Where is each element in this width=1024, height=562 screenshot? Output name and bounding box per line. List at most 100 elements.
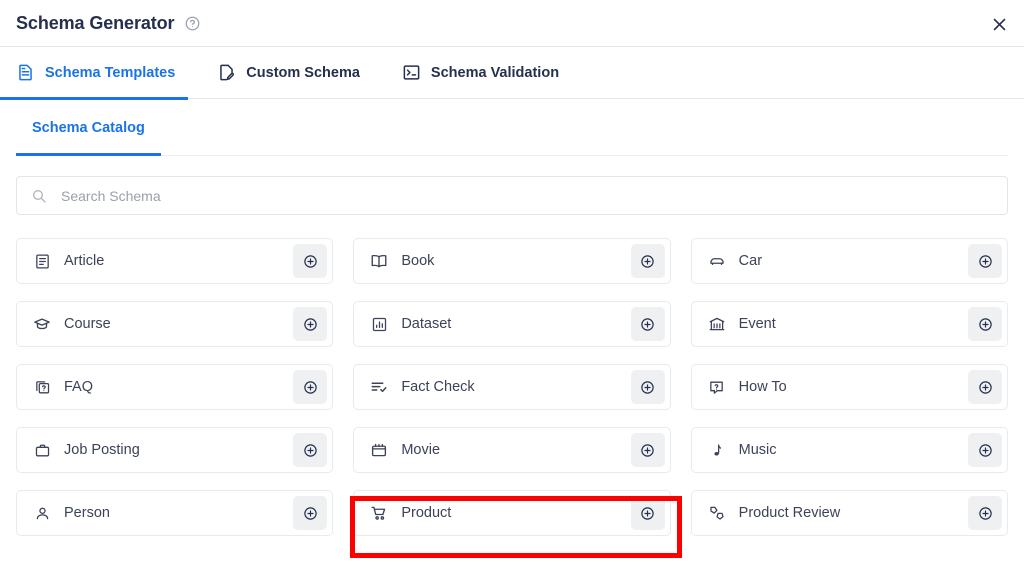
schema-card-book[interactable]: Book	[353, 238, 671, 284]
plus-circle-icon	[978, 443, 993, 458]
article-icon	[33, 252, 51, 270]
add-schema-button[interactable]	[293, 433, 328, 467]
main-tab-bar: Schema Templates Custom Schema Schema Va…	[0, 47, 1024, 100]
sub-tab-bar: Schema Catalog	[16, 99, 1008, 156]
add-schema-button[interactable]	[630, 307, 665, 341]
plus-circle-icon	[978, 317, 993, 332]
schema-card-fact-check[interactable]: Fact Check	[353, 364, 671, 410]
search-section	[16, 156, 1008, 215]
ticket-booth-icon	[708, 315, 726, 333]
clapperboard-icon	[370, 441, 388, 459]
add-schema-button[interactable]	[630, 496, 665, 530]
schema-card-music[interactable]: Music	[690, 427, 1008, 473]
close-icon	[991, 16, 1008, 33]
close-button[interactable]	[983, 8, 1015, 40]
search-icon	[31, 188, 47, 204]
list-check-icon	[370, 378, 388, 396]
schema-card-label: Person	[64, 505, 110, 521]
plus-circle-icon	[978, 506, 993, 521]
plus-circle-icon	[978, 254, 993, 269]
book-icon	[370, 252, 388, 270]
plus-circle-icon	[303, 254, 318, 269]
add-schema-button[interactable]	[968, 496, 1002, 530]
person-icon	[33, 504, 51, 522]
schema-card-label: How To	[738, 379, 787, 395]
schema-card-product[interactable]: Product	[353, 490, 671, 536]
schema-card-dataset[interactable]: Dataset	[353, 301, 671, 347]
schema-card-label: Movie	[401, 442, 441, 458]
add-schema-button[interactable]	[293, 244, 328, 278]
plus-circle-icon	[303, 506, 318, 521]
tab-schema-validation[interactable]: Schema Validation	[402, 47, 559, 99]
plus-circle-icon	[303, 317, 318, 332]
schema-card-product-review[interactable]: Product Review	[690, 490, 1008, 536]
schema-card-article[interactable]: Article	[16, 238, 334, 284]
schema-card-course[interactable]: Course	[16, 301, 334, 347]
modal-titlebar: Schema Generator	[0, 0, 1024, 47]
search-input[interactable]	[59, 186, 993, 205]
schema-card-how-to[interactable]: How To	[690, 364, 1008, 410]
terminal-icon	[402, 63, 421, 82]
schema-card-label: Product Review	[738, 505, 841, 521]
schema-card-label: Article	[64, 253, 105, 269]
briefcase-icon	[33, 441, 51, 459]
modal-body: Schema Catalog Search Schema Article Boo…	[0, 99, 1024, 536]
add-schema-button[interactable]	[968, 307, 1002, 341]
schema-card-person[interactable]: Person	[16, 490, 334, 536]
schema-card-label: Book	[401, 253, 435, 269]
subtab-label: Schema Catalog	[32, 119, 145, 136]
tab-schema-templates[interactable]: Schema Templates	[0, 47, 189, 100]
add-schema-button[interactable]	[968, 244, 1002, 278]
plus-circle-icon	[303, 443, 318, 458]
schema-card-faq[interactable]: FAQ	[16, 364, 334, 410]
schema-card-label: Dataset	[401, 316, 452, 332]
schema-generator-modal: Schema Generator Schema Templates Custom…	[0, 0, 1024, 562]
tab-label: Custom Schema	[246, 64, 360, 81]
document-lines-icon	[16, 63, 35, 82]
add-schema-button[interactable]	[630, 370, 665, 404]
add-schema-button[interactable]	[968, 433, 1002, 467]
tab-label: Schema Validation	[430, 64, 560, 81]
shopping-cart-icon	[370, 504, 388, 522]
schema-card-label: Fact Check	[401, 379, 475, 395]
plus-circle-icon	[640, 443, 655, 458]
add-schema-button[interactable]	[293, 307, 328, 341]
review-tags-icon	[708, 504, 726, 522]
graduation-cap-icon	[33, 315, 51, 333]
schema-card-label: Course	[64, 316, 111, 332]
help-circle-icon[interactable]	[185, 16, 200, 31]
schema-card-label: Product	[401, 505, 452, 521]
faq-icon	[33, 378, 51, 396]
chart-box-icon	[370, 315, 388, 333]
plus-circle-icon	[640, 380, 655, 395]
plus-circle-icon	[640, 254, 655, 269]
add-schema-button[interactable]	[293, 496, 328, 530]
plus-circle-icon	[640, 506, 655, 521]
add-schema-button[interactable]	[630, 244, 665, 278]
question-box-icon	[708, 378, 726, 396]
search-bar[interactable]	[16, 176, 1008, 215]
tab-label: Schema Templates	[45, 64, 176, 81]
add-schema-button[interactable]	[630, 433, 665, 467]
subtab-schema-catalog[interactable]: Schema Catalog	[16, 99, 161, 156]
plus-circle-icon	[978, 380, 993, 395]
schema-card-label: Event	[738, 316, 776, 332]
schema-card-event[interactable]: Event	[690, 301, 1008, 347]
page-title: Schema Generator	[16, 12, 175, 33]
document-pencil-icon	[217, 63, 236, 82]
schema-card-car[interactable]: Car	[690, 238, 1008, 284]
schema-card-label: Music	[738, 442, 777, 458]
add-schema-button[interactable]	[968, 370, 1002, 404]
plus-circle-icon	[640, 317, 655, 332]
schema-card-label: FAQ	[64, 379, 94, 395]
schema-card-movie[interactable]: Movie	[353, 427, 671, 473]
schema-card-label: Car	[738, 253, 763, 269]
schema-card-job-posting[interactable]: Job Posting	[16, 427, 334, 473]
music-note-icon	[708, 441, 726, 459]
car-icon	[708, 252, 726, 270]
tab-custom-schema[interactable]: Custom Schema	[217, 47, 360, 99]
plus-circle-icon	[303, 380, 318, 395]
add-schema-button[interactable]	[293, 370, 328, 404]
schema-card-label: Job Posting	[64, 442, 140, 458]
subtab-divider	[16, 155, 1008, 156]
